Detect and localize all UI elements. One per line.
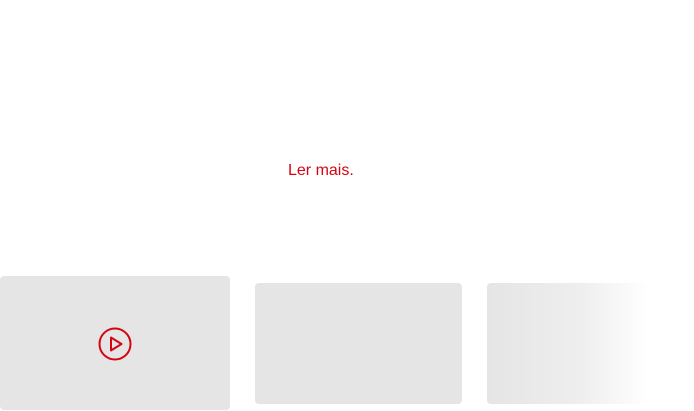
video-card[interactable] [487,283,694,404]
video-carousel [0,276,694,411]
video-card[interactable] [255,283,462,404]
play-circle-icon [98,327,132,361]
page: Ler mais. [0,0,694,411]
read-more-link[interactable]: Ler mais. [288,161,354,181]
video-card[interactable] [0,276,230,410]
play-button[interactable] [98,327,132,361]
